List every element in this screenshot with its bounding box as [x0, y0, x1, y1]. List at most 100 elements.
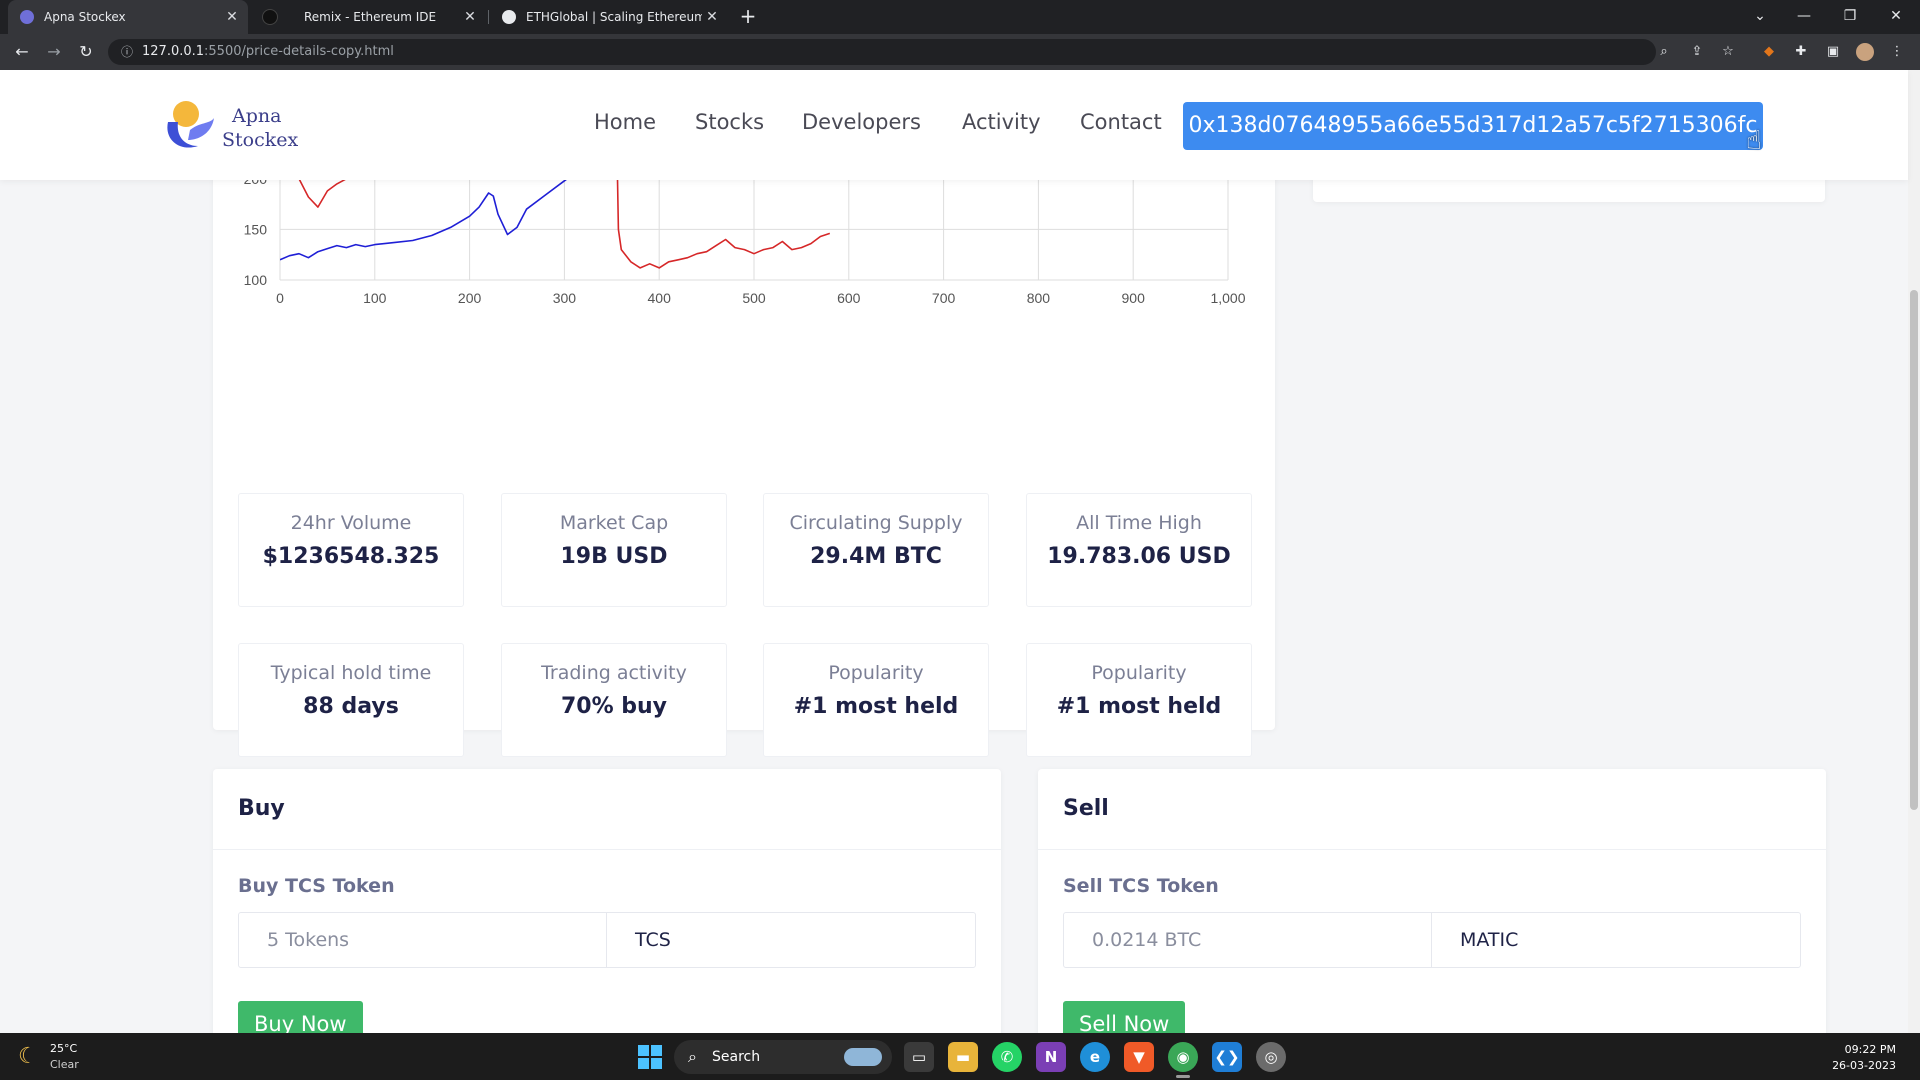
logo-line1: Apna: [232, 105, 282, 127]
page-viewport: 0 100 200 300 400 500 600 700 800 900 1,000 100 150 2…: [0, 70, 1920, 1033]
browser-menu-icon[interactable]: ⋮: [1888, 43, 1906, 61]
nav-activity[interactable]: Activity: [962, 110, 1041, 134]
nav-contact[interactable]: Contact: [1080, 110, 1162, 134]
apna-stockex-logo[interactable]: [160, 96, 218, 154]
stat-value: #1 most held: [1056, 694, 1222, 719]
url-host: 127.0.0.1: [142, 44, 205, 59]
whatsapp-icon[interactable]: ✆: [992, 1042, 1022, 1072]
minimize-button[interactable]: —: [1782, 0, 1826, 34]
task-view-icon[interactable]: ▭: [904, 1042, 934, 1072]
sell-now-button[interactable]: Sell Now: [1063, 1001, 1186, 1033]
search-label: Search: [712, 1049, 761, 1065]
stat-value: 70% buy: [560, 694, 668, 719]
page-scrollbar[interactable]: [1908, 70, 1920, 1033]
address-bar[interactable]: ⓘ 127.0.0.1:5500/price-details-copy.html: [108, 39, 1656, 65]
buy-currency-label: TCS: [635, 929, 671, 951]
chrome-browser-icon[interactable]: ◉: [1168, 1042, 1198, 1072]
buy-panel: Buy Buy TCS Token TCS Buy Now: [213, 769, 1001, 1033]
share-icon[interactable]: ⇪: [1688, 43, 1706, 61]
tab-apna-stockex[interactable]: Apna Stockex ✕: [8, 0, 248, 34]
remix-favicon-icon: [262, 9, 278, 25]
buy-amount-input[interactable]: [239, 913, 607, 967]
close-window-button[interactable]: ✕: [1874, 0, 1918, 34]
onenote-icon[interactable]: N: [1036, 1042, 1066, 1072]
logo-text[interactable]: Apna Stockex: [222, 104, 298, 152]
scrollbar-thumb[interactable]: [1910, 290, 1918, 810]
buy-now-button[interactable]: Buy Now: [238, 1001, 363, 1033]
hand-cursor-icon: ☝: [1746, 126, 1762, 156]
zoom-icon[interactable]: ⌕: [1655, 43, 1673, 61]
x-tick-label: 0: [276, 290, 284, 306]
extensions-puzzle-icon[interactable]: ✚: [1792, 43, 1810, 61]
nav-home[interactable]: Home: [594, 110, 656, 134]
buy-panel-header: Buy: [213, 769, 1001, 850]
file-explorer-icon[interactable]: ▬: [948, 1042, 978, 1072]
wallet-address-button[interactable]: 0x138d07648955a66e55d317d12a57c5f2715306…: [1183, 102, 1763, 150]
sell-amount-input[interactable]: [1064, 913, 1432, 967]
buy-title: Buy: [238, 796, 285, 821]
x-tick-label: 400: [648, 290, 672, 306]
sell-currency-label: MATIC: [1460, 929, 1519, 951]
apna-stockex-favicon-icon: [20, 10, 34, 24]
stat-value: 29.4M BTC: [810, 544, 942, 569]
back-arrow-icon[interactable]: ←: [10, 40, 34, 64]
windows-start-icon[interactable]: [638, 1045, 662, 1069]
stat-value: 19.783.06 USD: [1047, 544, 1231, 569]
clock-time[interactable]: 09:22 PM: [1836, 1043, 1896, 1056]
x-tick-label: 200: [458, 290, 482, 306]
stat-24hr-volume: 24hr Volume $1236548.325: [238, 493, 464, 607]
tab-ethglobal[interactable]: ETHGlobal | Scaling Ethereum 20 ✕: [490, 0, 728, 34]
tab-remix[interactable]: Remix - Ethereum IDE ✕: [250, 0, 486, 34]
buy-subtitle: Buy TCS Token: [238, 875, 395, 897]
sell-title: Sell: [1063, 796, 1109, 821]
close-tab-icon[interactable]: ✕: [702, 9, 722, 25]
sell-panel-header: Sell: [1038, 769, 1826, 850]
nav-developers[interactable]: Developers: [802, 110, 921, 134]
logo-line2: Stockex: [222, 129, 299, 151]
stat-label: All Time High: [1076, 512, 1202, 534]
stat-label: 24hr Volume: [290, 512, 412, 534]
stat-value: 19B USD: [560, 544, 668, 569]
search-icon: ⌕: [688, 1047, 697, 1066]
weather-temperature[interactable]: 25°C: [50, 1042, 77, 1055]
brave-browser-icon[interactable]: ▼: [1124, 1042, 1154, 1072]
stat-market-cap: Market Cap 19B USD: [501, 493, 727, 607]
metamask-extension-icon[interactable]: ◆: [1760, 43, 1778, 61]
site-info-icon[interactable]: ⓘ: [118, 43, 136, 61]
clock-date[interactable]: 26-03-2023: [1820, 1059, 1896, 1072]
bookmark-star-icon[interactable]: ☆: [1719, 43, 1737, 61]
x-tick-label: 500: [742, 290, 766, 306]
url-text[interactable]: 127.0.0.1:5500/price-details-copy.html: [142, 44, 394, 59]
taskbar-search[interactable]: ⌕ Search: [674, 1040, 892, 1074]
browser-toolbar: ← → ↻ ⓘ 127.0.0.1:5500/price-details-cop…: [0, 34, 1920, 70]
vscode-icon[interactable]: ❮❯: [1212, 1042, 1242, 1072]
new-tab-button[interactable]: +: [736, 4, 760, 28]
tab-title: Remix - Ethereum IDE: [304, 10, 437, 24]
stat-label: Popularity: [828, 662, 924, 684]
tab-title: Apna Stockex: [44, 10, 126, 24]
weather-condition[interactable]: Clear: [50, 1058, 79, 1071]
stat-value: 88 days: [303, 694, 399, 719]
restore-button[interactable]: ❐: [1828, 0, 1872, 34]
x-tick-label: 700: [932, 290, 956, 306]
edge-browser-icon[interactable]: e: [1080, 1042, 1110, 1072]
close-tab-icon[interactable]: ✕: [222, 9, 242, 25]
site-header: Apna Stockex Home Stocks Developers Acti…: [0, 70, 1908, 180]
stat-label: Trading activity: [541, 662, 687, 684]
nav-stocks[interactable]: Stocks: [695, 110, 764, 134]
forward-arrow-icon[interactable]: →: [42, 40, 66, 64]
x-tick-label: 1,000: [1210, 290, 1245, 306]
tab-search-chevron-icon[interactable]: ⌄: [1738, 0, 1782, 34]
stat-label: Typical hold time: [270, 662, 432, 684]
stat-all-time-high: All Time High 19.783.06 USD: [1026, 493, 1252, 607]
profile-avatar[interactable]: [1856, 43, 1874, 61]
stat-value: $1236548.325: [262, 544, 440, 569]
x-tick-label: 800: [1027, 290, 1051, 306]
chrome-dev-icon[interactable]: ◎: [1256, 1042, 1286, 1072]
moon-weather-icon[interactable]: ☾: [18, 1044, 38, 1069]
side-panel-icon[interactable]: ▣: [1824, 43, 1842, 61]
stat-popularity: Popularity #1 most held: [1026, 643, 1252, 757]
close-tab-icon[interactable]: ✕: [460, 9, 480, 25]
reload-icon[interactable]: ↻: [74, 40, 98, 64]
windows-taskbar: ☾ 25°C Clear ⌕ Search ▭ ▬ ✆ N e ▼ ◉ ❮❯ ◎…: [0, 1033, 1920, 1080]
